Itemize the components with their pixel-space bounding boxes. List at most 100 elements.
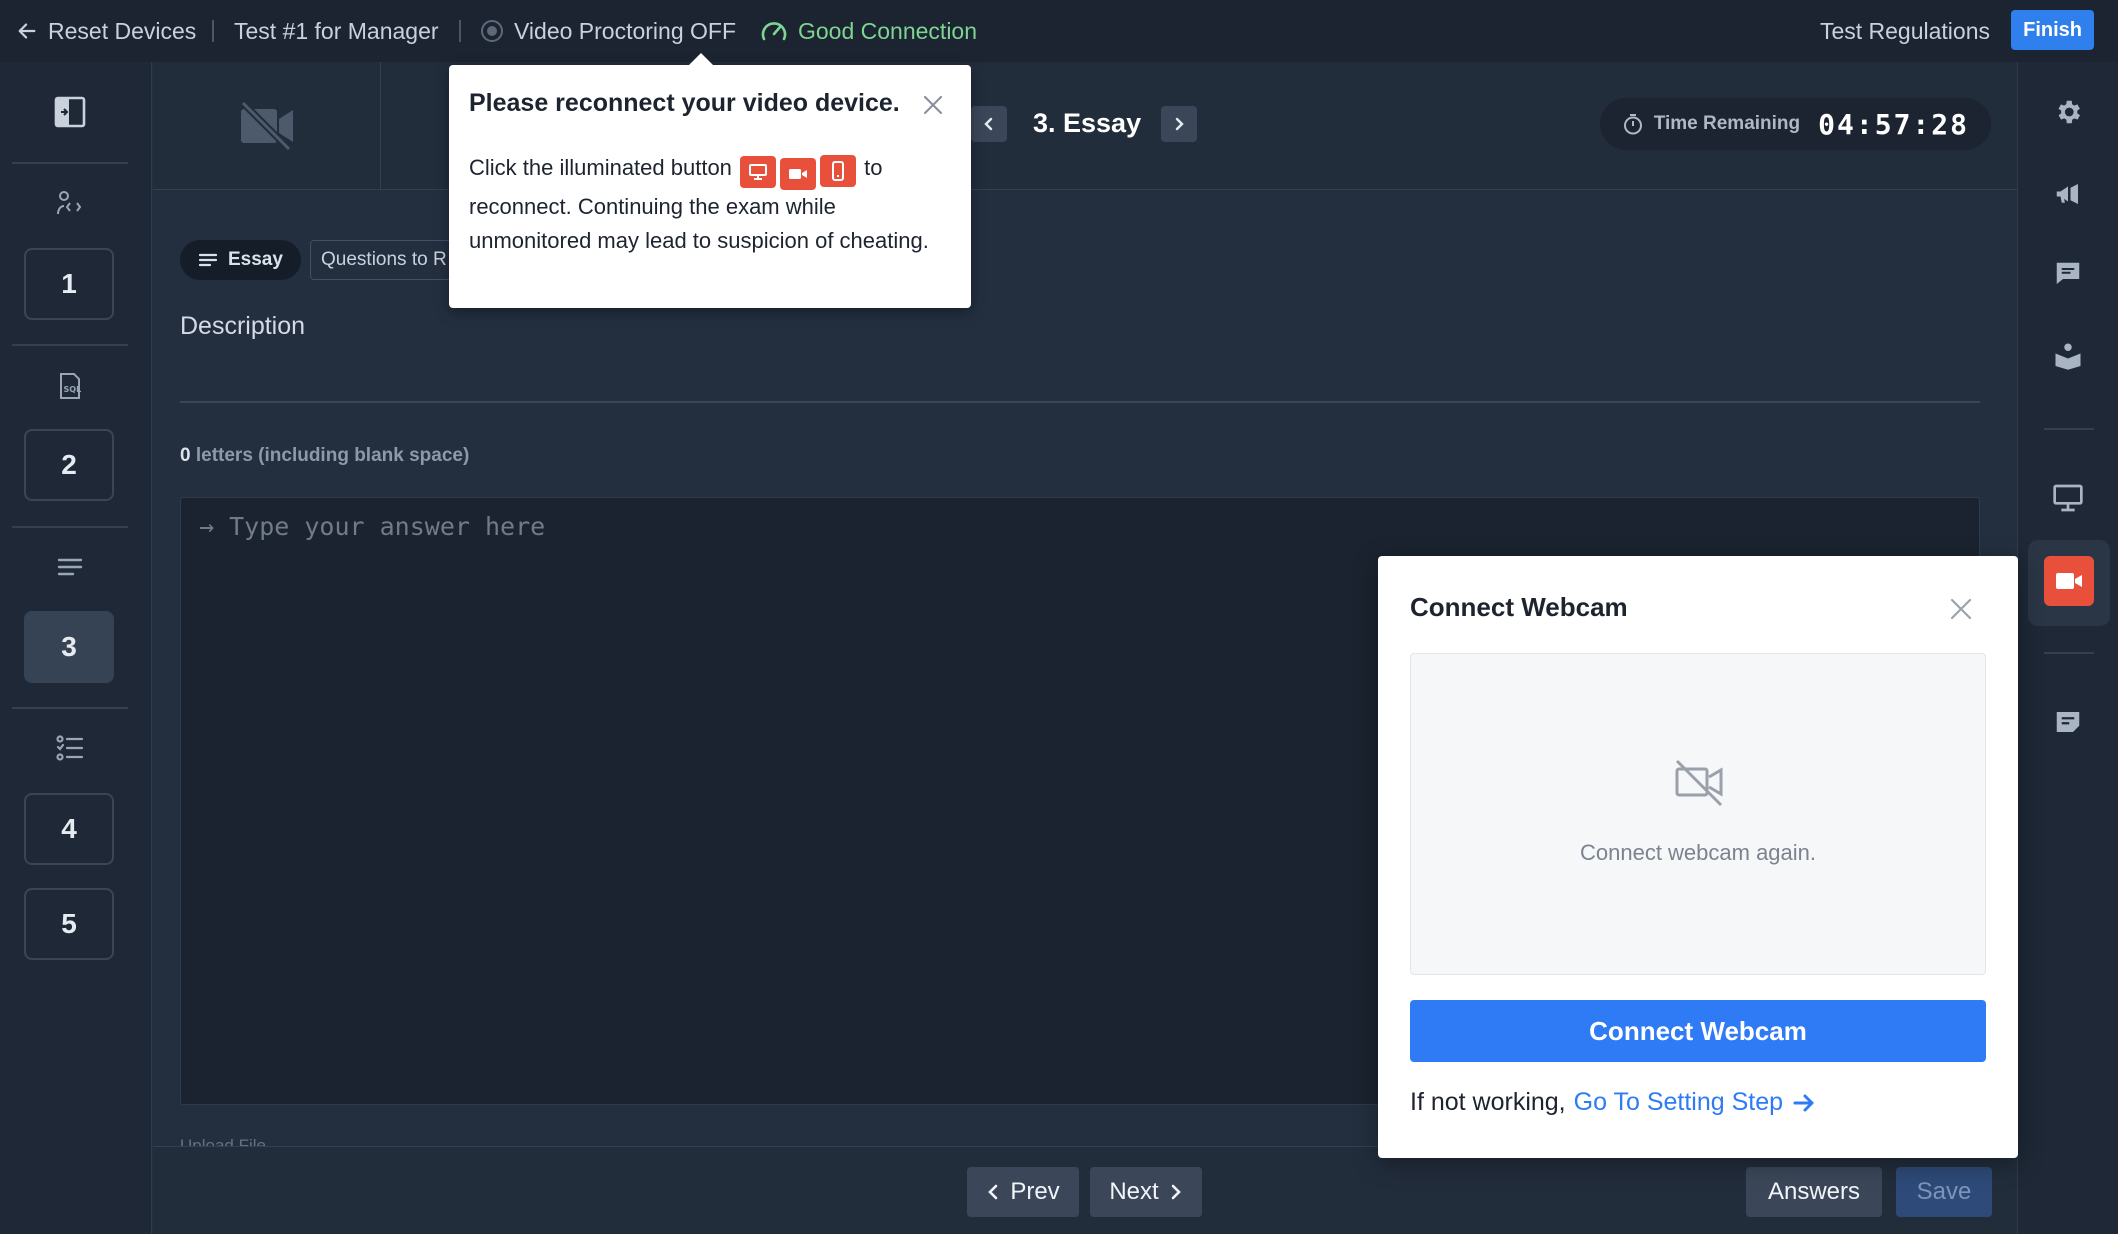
- footer-text: If not working,: [1410, 1088, 1566, 1116]
- popover-body-to: to: [864, 155, 883, 180]
- timer-label: Time Remaining: [1653, 113, 1801, 134]
- mobile-phone-icon: [820, 155, 857, 187]
- essay-lines-icon: [52, 549, 88, 585]
- question-number: 1: [61, 268, 77, 299]
- top-bar: Reset Devices Test #1 for Manager Video …: [0, 0, 2118, 62]
- divider: [12, 162, 128, 164]
- go-to-setting-step-link[interactable]: Go To Setting Step: [1574, 1088, 1815, 1117]
- modal-footer: If not working, Go To Setting Step: [1410, 1088, 1815, 1117]
- link-label: Go To Setting Step: [1573, 1088, 1784, 1116]
- popover-body-rest: reconnect. Continuing the exam while unm…: [469, 194, 929, 253]
- prev-button[interactable]: Prev: [967, 1167, 1079, 1217]
- popover-body: Click the illuminated button to reconnec…: [469, 151, 949, 258]
- answer-placeholder: → Type your answer here: [199, 512, 546, 541]
- questions-to-review-label: Questions to R: [321, 249, 447, 270]
- questions-to-review-tag[interactable]: Questions to R: [310, 240, 470, 280]
- divider: [12, 344, 128, 346]
- connect-webcam-modal: Connect Webcam Connect webcam again. Con…: [1378, 556, 2018, 1158]
- question-number: 3: [61, 631, 77, 662]
- webcam-preview: Connect webcam again.: [1410, 653, 1986, 975]
- question-sidebar: 1 SQL 2 3 4 5: [0, 62, 152, 1234]
- sql-icon: SQL: [52, 368, 88, 404]
- webcam-preview-tile: [153, 62, 381, 189]
- video-off-icon: [1671, 754, 1727, 810]
- video-off-icon: [239, 100, 295, 151]
- preview-message: Connect webcam again.: [1579, 840, 1817, 865]
- video-camera-icon: [780, 158, 817, 190]
- lines-icon: [198, 252, 218, 268]
- webcam-toggle-button[interactable]: [2044, 556, 2094, 606]
- tools-sidebar: [2017, 62, 2118, 1234]
- chat-icon[interactable]: [2048, 254, 2088, 294]
- arrow-right-icon: [1793, 1093, 1815, 1113]
- divider: [459, 20, 461, 42]
- answers-button[interactable]: Answers: [1746, 1167, 1882, 1217]
- upload-file-label: Upload File: [180, 1136, 266, 1146]
- connection-status-label: Good Connection: [798, 17, 978, 44]
- letter-counter: 0 letters (including blank space): [180, 445, 469, 467]
- collapse-sidebar-icon[interactable]: [50, 92, 90, 132]
- save-label: Save: [1916, 1178, 1972, 1205]
- popover-title: Please reconnect your video device.: [469, 89, 900, 117]
- close-icon[interactable]: [919, 91, 947, 119]
- monitor-icon: [740, 156, 777, 188]
- modal-title: Connect Webcam: [1410, 592, 1628, 622]
- book-reader-icon[interactable]: [2048, 336, 2088, 376]
- question-3-button[interactable]: 3: [24, 611, 114, 683]
- popover-body-intro: Click the illuminated button: [469, 155, 732, 180]
- record-dot-icon: [480, 19, 504, 43]
- letter-count-suffix: letters (including blank space): [190, 445, 470, 466]
- megaphone-icon[interactable]: [2048, 174, 2088, 214]
- connect-webcam-button[interactable]: Connect Webcam: [1410, 1000, 1986, 1062]
- next-label: Next: [1109, 1178, 1159, 1205]
- chevron-right-icon: [1169, 1183, 1183, 1201]
- question-header: 3. Essay Time Remaining 04:57:28: [153, 62, 2017, 190]
- description-heading: Description: [180, 312, 306, 340]
- bottom-bar: Prev Next Answers Save: [153, 1146, 2017, 1234]
- divider: [180, 401, 1980, 403]
- next-question-arrow[interactable]: [1161, 106, 1197, 142]
- test-name-label: Test #1 for Manager: [234, 17, 439, 44]
- reset-devices-label: Reset Devices: [48, 17, 197, 44]
- next-button[interactable]: Next: [1090, 1167, 1202, 1217]
- question-4-button[interactable]: 4: [24, 793, 114, 865]
- essay-type-tag: Essay: [180, 240, 301, 280]
- question-5-button[interactable]: 5: [24, 888, 114, 960]
- question-number: 2: [61, 449, 77, 480]
- timer-value: 04:57:28: [1818, 107, 1969, 141]
- prev-label: Prev: [1010, 1178, 1060, 1205]
- coding-icon: [52, 186, 88, 222]
- previous-question-arrow[interactable]: [971, 106, 1007, 142]
- stopwatch-icon: [1622, 113, 1644, 135]
- speedometer-icon: [760, 18, 788, 44]
- test-regulations-label: Test Regulations: [1819, 17, 1990, 44]
- finish-button[interactable]: Finish: [2011, 10, 2094, 50]
- essay-tag-label: Essay: [228, 249, 283, 270]
- answers-label: Answers: [1767, 1178, 1861, 1205]
- question-number: 5: [61, 908, 77, 939]
- question-1-button[interactable]: 1: [24, 248, 114, 320]
- test-regulations-link[interactable]: Test Regulations: [1820, 0, 1990, 62]
- test-name: Test #1 for Manager: [234, 0, 439, 62]
- letter-count-value: 0: [180, 445, 191, 466]
- svg-text:SQL: SQL: [64, 385, 82, 394]
- monitor-icon[interactable]: [2048, 478, 2088, 518]
- divider: [2044, 428, 2094, 430]
- question-title: 3. Essay: [1033, 108, 1142, 138]
- chevron-left-icon: [986, 1183, 1000, 1201]
- divider: [12, 526, 128, 528]
- timer: Time Remaining 04:57:28: [1599, 98, 1991, 150]
- divider: [12, 707, 128, 709]
- divider: [2044, 652, 2094, 654]
- checklist-icon: [52, 730, 88, 766]
- reset-devices-link[interactable]: Reset Devices: [16, 0, 196, 62]
- divider: [212, 20, 214, 42]
- save-button[interactable]: Save: [1896, 1167, 1992, 1217]
- notes-icon[interactable]: [2048, 702, 2088, 742]
- close-icon[interactable]: [1946, 594, 1976, 624]
- gear-icon[interactable]: [2048, 92, 2088, 132]
- question-2-button[interactable]: 2: [24, 429, 114, 501]
- reconnect-video-popover: Please reconnect your video device. Clic…: [449, 53, 971, 308]
- proctoring-status-label: Video Proctoring OFF: [514, 17, 737, 44]
- webcam-toggle-wrap: [2028, 540, 2110, 626]
